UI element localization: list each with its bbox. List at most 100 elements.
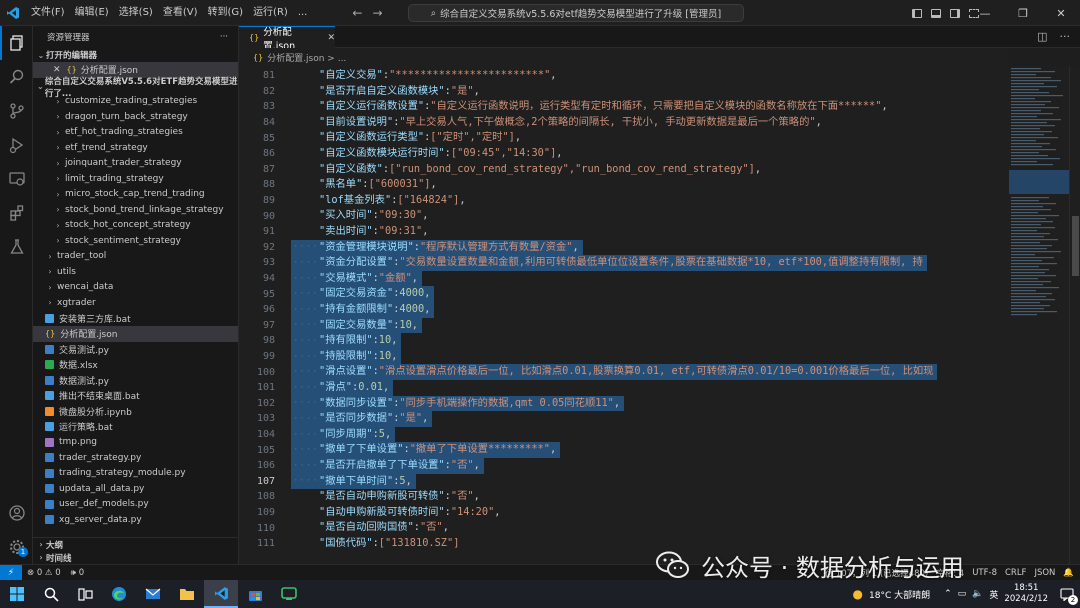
- encoding[interactable]: UTF-8: [972, 568, 997, 578]
- tree-file[interactable]: xg_server_data.py: [33, 512, 238, 528]
- menu-run[interactable]: 运行(R): [248, 0, 293, 26]
- tree-file[interactable]: 数据测试.py: [33, 373, 238, 389]
- outline-section[interactable]: › 大纲: [33, 538, 238, 551]
- tree-folder[interactable]: › etf_hot_trading_strategies: [33, 125, 238, 141]
- tree-file[interactable]: trading_strategy_module.py: [33, 466, 238, 482]
- line-number: 86: [262, 148, 275, 160]
- tree-file[interactable]: 交易测试.py: [33, 342, 238, 358]
- tree-folder[interactable]: › stock_hot_concept_strategy: [33, 218, 238, 234]
- run-debug-icon[interactable]: [0, 128, 33, 162]
- code-text: "固定交易数量":10,: [319, 318, 418, 331]
- open-editors-section[interactable]: ⌄ 打开的编辑器: [33, 48, 238, 62]
- chevron-right-icon: ›: [56, 189, 60, 199]
- timeline-section[interactable]: › 时间线: [33, 551, 238, 564]
- tree-file[interactable]: 数据.xlsx: [33, 357, 238, 373]
- app-green-icon[interactable]: [272, 580, 306, 608]
- search-icon[interactable]: [0, 60, 33, 94]
- json-key: "撤单下单时间": [319, 474, 394, 487]
- whitespace-dots: ····: [293, 242, 319, 253]
- minimap[interactable]: [1009, 66, 1069, 564]
- tree-file[interactable]: tmp.png: [33, 435, 238, 451]
- tree-folder[interactable]: › trader_tool: [33, 249, 238, 265]
- explorer-icon[interactable]: [0, 26, 33, 60]
- forward-arrow-icon[interactable]: →: [372, 6, 382, 20]
- project-section[interactable]: ⌄ 综合自定义交易系统V5.5.6对ETF趋势交易模型进行了...: [33, 77, 238, 99]
- tree-file[interactable]: user_def_models.py: [33, 497, 238, 513]
- menu-go[interactable]: 转到(G): [203, 0, 249, 26]
- extensions-icon[interactable]: [0, 196, 33, 230]
- tree-folder[interactable]: › stock_bond_trend_linkage_strategy: [33, 202, 238, 218]
- scrollbar-thumb[interactable]: [1072, 216, 1079, 276]
- close-icon[interactable]: ✕: [1042, 0, 1080, 26]
- search-icon: ⌕: [430, 7, 437, 19]
- split-editor-icon[interactable]: ◫: [1037, 30, 1047, 43]
- mail-icon[interactable]: [136, 580, 170, 608]
- file-explorer-icon[interactable]: [170, 580, 204, 608]
- ime-indicator[interactable]: 英: [989, 588, 998, 601]
- line-ending[interactable]: CRLF: [1005, 568, 1026, 578]
- start-windows-icon[interactable]: [0, 580, 34, 608]
- back-arrow-icon[interactable]: ←: [352, 6, 362, 20]
- clock[interactable]: 18:51 2024/2/12: [1004, 583, 1048, 605]
- tab-analysis-config[interactable]: {} 分析配置.json ✕: [239, 26, 335, 52]
- weather-text[interactable]: 18°C 大部晴朗: [869, 588, 930, 601]
- close-icon[interactable]: ✕: [327, 33, 335, 43]
- notification-center-icon[interactable]: 2: [1054, 580, 1080, 608]
- command-center[interactable]: ⌕ 综合自定义交易系统v5.5.6对etf趋势交易模型进行了升级 [管理员]: [408, 4, 744, 22]
- source-control-icon[interactable]: [0, 94, 33, 128]
- toggle-secondary-sidebar-icon[interactable]: [950, 8, 960, 18]
- tree-folder[interactable]: › utils: [33, 264, 238, 280]
- tree-folder[interactable]: › wencai_data: [33, 280, 238, 296]
- breadcrumb[interactable]: {} 分析配置.json > ...: [239, 48, 1009, 66]
- tree-folder[interactable]: › limit_trading_strategy: [33, 171, 238, 187]
- store-icon[interactable]: [238, 580, 272, 608]
- manage-gear-icon[interactable]: 1: [0, 530, 33, 564]
- nav-arrows: ← →: [352, 6, 382, 20]
- menu-view[interactable]: 查看(V): [158, 0, 203, 26]
- menu-more[interactable]: ...: [293, 0, 313, 26]
- weather-icon[interactable]: ●: [853, 587, 863, 601]
- volume-icon[interactable]: 🔈: [972, 589, 983, 599]
- toggle-primary-sidebar-icon[interactable]: [912, 8, 922, 18]
- json-key: "自定义函数模块运行时间": [319, 147, 445, 159]
- tree-folder[interactable]: › xgtrader: [33, 295, 238, 311]
- tree-file[interactable]: 运行策略.bat: [33, 419, 238, 435]
- network-icon[interactable]: ▭: [958, 589, 967, 599]
- tree-file[interactable]: trader_strategy.py: [33, 450, 238, 466]
- tree-folder[interactable]: › joinquant_trader_strategy: [33, 156, 238, 172]
- tray-chevron-icon[interactable]: ⌃: [944, 589, 952, 599]
- restore-icon[interactable]: ❐: [1004, 0, 1042, 26]
- close-icon[interactable]: ✕: [53, 65, 61, 75]
- toggle-panel-icon[interactable]: [931, 8, 941, 18]
- testing-flask-icon[interactable]: [0, 230, 33, 264]
- remote-indicator-icon[interactable]: ⚡: [0, 564, 22, 581]
- tree-folder[interactable]: › etf_trend_strategy: [33, 140, 238, 156]
- vscode-taskbar-icon[interactable]: [204, 580, 238, 608]
- remote-explorer-icon[interactable]: [0, 162, 33, 196]
- notifications-bell-icon[interactable]: 🔔: [1063, 568, 1074, 578]
- more-actions-icon[interactable]: ···: [220, 32, 228, 42]
- problems-indicator[interactable]: ⊗ 0 ⚠ 0: [22, 568, 66, 578]
- more-actions-icon[interactable]: ···: [1060, 30, 1071, 43]
- task-view-icon[interactable]: [68, 580, 102, 608]
- minimize-icon[interactable]: —: [966, 0, 1004, 26]
- ports-indicator[interactable]: 🕪 0: [66, 568, 89, 578]
- tree-folder[interactable]: › micro_stock_cap_trend_trading: [33, 187, 238, 203]
- code-editor[interactable]: 81 "自定义交易":"************************", 82 "…: [239, 66, 1009, 564]
- account-icon[interactable]: [0, 496, 33, 530]
- tree-file[interactable]: updata_all_data.py: [33, 481, 238, 497]
- language-mode[interactable]: JSON: [1034, 568, 1055, 578]
- tree-item-label: customize_trading_strategies: [65, 96, 198, 107]
- tree-file[interactable]: 推出不结束桌面.bat: [33, 388, 238, 404]
- menu-selection[interactable]: 选择(S): [114, 0, 158, 26]
- tree-file[interactable]: 安装第三方库.bat: [33, 311, 238, 327]
- menu-edit[interactable]: 编辑(E): [70, 0, 114, 26]
- tree-file[interactable]: 微盘股分析.ipynb: [33, 404, 238, 420]
- tree-file[interactable]: {} 分析配置.json: [33, 326, 238, 342]
- tree-folder[interactable]: › dragon_turn_back_strategy: [33, 109, 238, 125]
- tree-folder[interactable]: › stock_sentiment_strategy: [33, 233, 238, 249]
- edge-browser-icon[interactable]: [102, 580, 136, 608]
- taskbar-search-icon[interactable]: [34, 580, 68, 608]
- vertical-scrollbar[interactable]: [1069, 66, 1080, 564]
- menu-file[interactable]: 文件(F): [26, 0, 70, 26]
